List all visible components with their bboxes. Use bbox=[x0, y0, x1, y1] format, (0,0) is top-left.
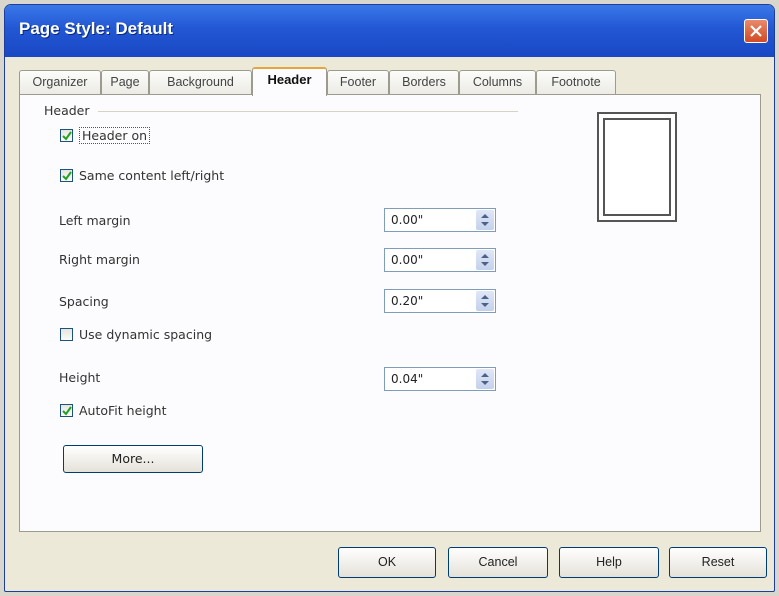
right-margin-label: Right margin bbox=[59, 252, 140, 267]
autofit-height-label: AutoFit height bbox=[79, 403, 167, 418]
checkbox-box[interactable] bbox=[60, 129, 73, 142]
preview-page-area bbox=[603, 118, 671, 216]
tab-page[interactable]: Page bbox=[101, 70, 149, 94]
spin-buttons[interactable] bbox=[476, 291, 494, 311]
close-button[interactable] bbox=[744, 19, 768, 43]
height-label: Height bbox=[59, 370, 101, 385]
spin-arrows-icon bbox=[481, 254, 489, 266]
spacing-spinner[interactable]: 0.20" bbox=[384, 289, 496, 313]
tab-footer[interactable]: Footer bbox=[327, 70, 389, 94]
page-preview bbox=[597, 112, 677, 222]
spacing-label: Spacing bbox=[59, 294, 109, 309]
tab-columns[interactable]: Columns bbox=[459, 70, 536, 94]
tab-borders[interactable]: Borders bbox=[389, 70, 459, 94]
right-margin-spinner[interactable]: 0.00" bbox=[384, 248, 496, 272]
left-margin-spinner[interactable]: 0.00" bbox=[384, 208, 496, 232]
window-title: Page Style: Default bbox=[19, 19, 173, 38]
height-value: 0.04" bbox=[391, 372, 424, 386]
spin-arrows-icon bbox=[481, 373, 489, 385]
same-content-label: Same content left/right bbox=[79, 168, 225, 183]
title-bar[interactable]: Page Style: Default bbox=[5, 5, 774, 57]
checkmark-icon bbox=[62, 406, 72, 416]
dynamic-spacing-checkbox[interactable]: Use dynamic spacing bbox=[60, 327, 212, 342]
left-margin-label: Left margin bbox=[59, 213, 131, 228]
spin-buttons[interactable] bbox=[476, 210, 494, 230]
tab-header[interactable]: Header bbox=[252, 67, 327, 96]
height-spinner[interactable]: 0.04" bbox=[384, 367, 496, 391]
checkbox-box[interactable] bbox=[60, 169, 73, 182]
reset-button[interactable]: Reset bbox=[669, 547, 767, 578]
checkbox-box[interactable] bbox=[60, 328, 73, 341]
spin-buttons[interactable] bbox=[476, 369, 494, 389]
ok-button[interactable]: OK bbox=[338, 547, 436, 578]
same-content-checkbox[interactable]: Same content left/right bbox=[60, 168, 224, 183]
checkmark-icon bbox=[62, 171, 72, 181]
tab-background[interactable]: Background bbox=[149, 70, 252, 94]
spacing-value: 0.20" bbox=[391, 294, 424, 308]
checkbox-box[interactable] bbox=[60, 404, 73, 417]
page-style-dialog: Page Style: Default Organizer Page Backg… bbox=[4, 4, 775, 592]
spin-arrows-icon bbox=[481, 214, 489, 226]
header-on-label: Header on bbox=[79, 127, 151, 144]
spin-buttons[interactable] bbox=[476, 250, 494, 270]
autofit-height-checkbox[interactable]: AutoFit height bbox=[60, 403, 167, 418]
header-group-label: Header bbox=[44, 103, 90, 118]
checkmark-icon bbox=[62, 131, 72, 141]
header-tab-panel: Header Header on Same content left/right… bbox=[19, 94, 761, 532]
right-margin-value: 0.00" bbox=[391, 253, 424, 267]
left-margin-value: 0.00" bbox=[391, 213, 424, 227]
close-icon bbox=[750, 25, 762, 37]
tab-organizer[interactable]: Organizer bbox=[19, 70, 101, 94]
dynamic-spacing-label: Use dynamic spacing bbox=[79, 327, 213, 342]
group-divider bbox=[98, 111, 518, 112]
header-on-checkbox[interactable]: Header on bbox=[60, 127, 151, 144]
tab-footnote[interactable]: Footnote bbox=[536, 70, 616, 94]
help-button[interactable]: Help bbox=[559, 547, 659, 578]
cancel-button[interactable]: Cancel bbox=[448, 547, 548, 578]
more-button[interactable]: More... bbox=[63, 445, 203, 473]
spin-arrows-icon bbox=[481, 295, 489, 307]
